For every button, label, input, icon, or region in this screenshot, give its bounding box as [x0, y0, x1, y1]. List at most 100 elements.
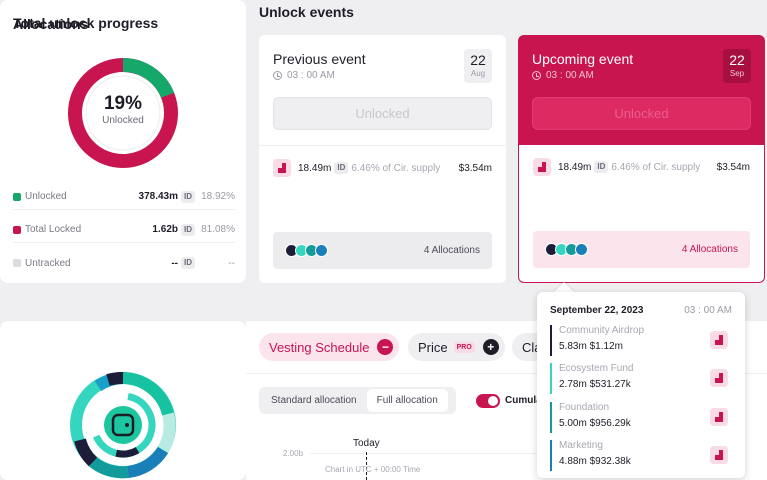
series-color-bar — [550, 440, 552, 471]
full-allocation-option[interactable]: Full allocation — [366, 389, 448, 412]
legend-name: Untracked — [25, 257, 71, 269]
allocations-title: Allocations — [13, 16, 89, 32]
untracked-swatch — [13, 259, 21, 267]
pro-badge: PRO — [453, 341, 475, 353]
event-date-box: 22 Aug — [464, 49, 492, 83]
tab-vesting-schedule[interactable]: Vesting Schedule − — [259, 333, 400, 361]
unlocked-button[interactable]: Unlocked — [273, 97, 492, 130]
allocations-bar[interactable]: 4 Allocations — [273, 232, 492, 269]
legend-row-locked: Total Locked 1.62b ID 81.08% — [13, 217, 235, 243]
tooltip-item: Foundation 5.00m $956.29k — [550, 402, 732, 433]
legend-pct: 81.08% — [201, 224, 235, 235]
series-color-bar — [550, 402, 552, 433]
event-amount-row: 18.49m ID 6.46% of Cir. supply $3.54m — [533, 158, 750, 176]
event-usd: $3.54m — [458, 162, 492, 174]
tooltip-item-name: Community Airdrop — [559, 325, 645, 336]
tooltip-item-name: Foundation — [559, 402, 610, 413]
grid-line — [310, 453, 540, 454]
event-day: 22 — [470, 52, 486, 68]
tab-label: Vesting Schedule — [269, 339, 370, 355]
tooltip-item-values: 2.78m $531.27k — [559, 379, 631, 390]
token-tag: ID — [181, 223, 195, 236]
tooltip-header: September 22, 2023 03 : 00 AM — [550, 305, 732, 316]
standard-allocation-option[interactable]: Standard allocation — [261, 389, 367, 412]
allocation-dots — [285, 244, 424, 257]
tooltip-item: Marketing 4.88m $932.38k — [550, 440, 732, 471]
today-label: Today — [353, 438, 380, 449]
tab-label: Price — [418, 339, 448, 355]
event-time: 03 : 00 AM — [532, 70, 594, 81]
legend-pct: -- — [228, 257, 235, 269]
token-tag: ID — [181, 257, 195, 269]
event-day: 22 — [729, 52, 745, 68]
tooltip-item-usd: $956.29k — [589, 418, 631, 429]
event-supply: 6.46% of Cir. supply — [611, 161, 701, 173]
legend-row-untracked: Untracked -- ID -- — [13, 250, 235, 276]
unlocked-swatch — [13, 192, 21, 201]
legend-value: 1.62b — [152, 224, 178, 235]
token-icon — [710, 369, 728, 387]
tooltip-item-usd: $531.27k — [589, 379, 631, 390]
previous-event-card[interactable]: Previous event 03 : 00 AM 22 Aug Unlocke… — [259, 35, 506, 283]
plus-icon[interactable]: + — [482, 339, 499, 355]
tooltip-item-values: 4.88m $932.38k — [559, 456, 631, 467]
event-time-text: 03 : 00 AM — [287, 70, 335, 81]
upcoming-event-card[interactable]: Upcoming event 03 : 00 AM 22 Sep Unlocke… — [518, 35, 765, 283]
token-tag: ID — [334, 162, 349, 174]
event-amount-row: 18.49m ID 6.46% of Cir. supply $3.54m — [273, 159, 492, 177]
legend-row-unlocked: Unlocked 378.43m ID 18.92% — [13, 184, 235, 210]
legend-value: 378.43m — [138, 191, 178, 202]
token-icon — [273, 159, 291, 177]
token-icon — [710, 331, 728, 349]
tooltip-item-usd: $932.38k — [589, 456, 631, 467]
allocation-tooltip: September 22, 2023 03 : 00 AM Community … — [537, 292, 745, 478]
unlock-percent: 19% — [103, 93, 143, 114]
event-amount: 18.49m — [298, 162, 332, 174]
donut-center: 19% Unlocked — [62, 93, 184, 126]
unlock-events-title: Unlock events — [259, 4, 354, 20]
clock-icon — [273, 71, 282, 80]
tooltip-item-name: Ecosystem Fund — [559, 363, 634, 374]
tooltip-item-name: Marketing — [559, 440, 603, 451]
event-date-box: 22 Sep — [723, 49, 751, 83]
legend-value: -- — [171, 257, 178, 269]
minus-icon[interactable]: − — [377, 339, 394, 355]
event-amount: 18.49m — [558, 161, 592, 173]
legend-name: Unlocked — [25, 191, 67, 202]
token-icon — [710, 408, 728, 426]
series-color-bar — [550, 363, 552, 394]
event-header: Upcoming event 03 : 00 AM 22 Sep Unlocke… — [518, 35, 765, 145]
allocations-count: 4 Allocations — [681, 244, 738, 255]
event-time: 03 : 00 AM — [273, 70, 335, 81]
event-month: Aug — [470, 69, 486, 78]
allocation-dot — [315, 244, 328, 257]
tooltip-time: 03 : 00 AM — [684, 305, 732, 316]
legend-pct: 18.92% — [201, 191, 235, 202]
unlocked-button[interactable]: Unlocked — [532, 97, 751, 130]
event-header: Previous event 03 : 00 AM 22 Aug Unlocke… — [259, 35, 506, 145]
event-title: Previous event — [273, 51, 366, 67]
cumulative-toggle[interactable] — [476, 394, 500, 408]
event-month: Sep — [729, 69, 745, 78]
tooltip-date: September 22, 2023 — [550, 305, 644, 316]
clock-icon — [532, 71, 541, 80]
chart-timezone-note: Chart in UTC + 00:00 Time — [325, 465, 421, 474]
allocations-count: 4 Allocations — [423, 245, 480, 256]
tooltip-item: Ecosystem Fund 2.78m $531.27k — [550, 363, 732, 394]
token-icon — [710, 446, 728, 464]
tooltip-item: Community Airdrop 5.83m $1.12m — [550, 325, 732, 356]
tab-price[interactable]: Price PRO + — [408, 333, 505, 361]
unlock-percent-label: Unlocked — [102, 115, 144, 126]
tooltip-item-usd: $1.12m — [589, 341, 623, 352]
event-time-text: 03 : 00 AM — [546, 70, 594, 81]
tooltip-item-amount: 5.00m — [559, 418, 587, 429]
event-supply: 6.46% of Cir. supply — [351, 162, 441, 174]
locked-swatch — [13, 225, 21, 234]
series-color-bar — [550, 325, 552, 356]
tooltip-item-amount: 5.83m — [559, 341, 587, 352]
event-title: Upcoming event — [532, 51, 634, 67]
allocations-bar[interactable]: 4 Allocations — [533, 231, 750, 268]
tooltip-item-amount: 4.88m — [559, 456, 587, 467]
y-tick-label: 2.00b — [283, 449, 304, 458]
token-tag: ID — [594, 161, 609, 173]
